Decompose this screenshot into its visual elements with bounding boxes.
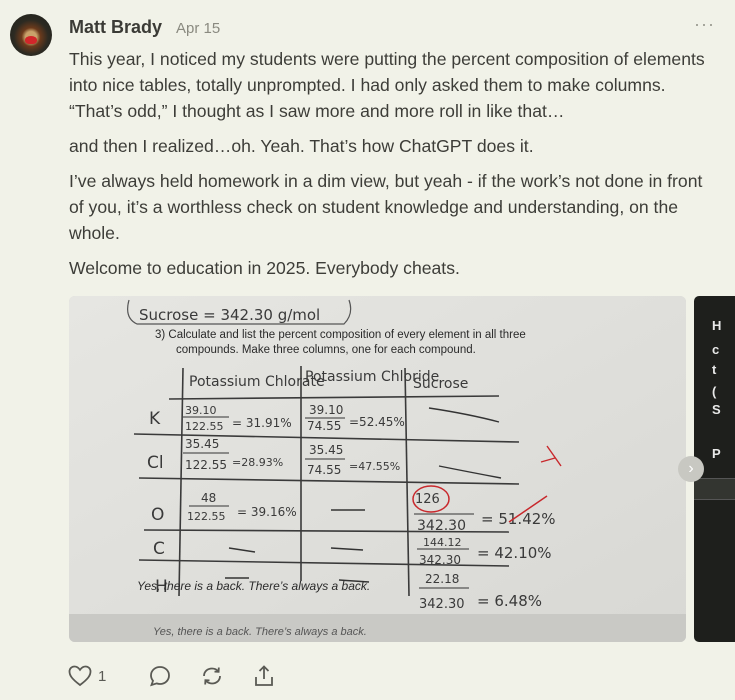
cell-value: = 6.48% bbox=[477, 592, 542, 610]
row-label: O bbox=[151, 505, 164, 525]
cell-value: =28.93% bbox=[232, 456, 283, 469]
cell-value: 144.12 bbox=[423, 536, 462, 549]
cell-value: 35.45 bbox=[185, 437, 219, 451]
cell-value: 48 bbox=[201, 491, 216, 505]
preview-text: t bbox=[712, 362, 717, 377]
cell-value: 122.55 bbox=[185, 420, 224, 433]
question-line-1: 3) Calculate and list the percent compos… bbox=[155, 329, 526, 341]
cell-value: 22.18 bbox=[425, 572, 459, 586]
cell-value: = 42.10% bbox=[477, 544, 552, 562]
cell-value: 39.10 bbox=[309, 403, 343, 417]
post-body: This year, I noticed my students were pu… bbox=[69, 46, 719, 290]
photo-caption: Yes, there is a back. There’s always a b… bbox=[137, 579, 370, 593]
row-label: C bbox=[153, 539, 165, 559]
cell-value: 122.55 bbox=[185, 458, 227, 472]
cell-value: = 51.42% bbox=[481, 510, 556, 528]
row-label: K bbox=[149, 409, 161, 429]
reply-button[interactable] bbox=[148, 665, 172, 687]
cell-value: 126 bbox=[415, 492, 440, 507]
question-line-2: compounds. Make three columns, one for e… bbox=[176, 344, 476, 356]
cell-value: 74.55 bbox=[307, 463, 341, 477]
paragraph: I’ve always held homework in a dim view,… bbox=[69, 171, 703, 243]
share-button[interactable] bbox=[252, 665, 276, 687]
cell-value: 74.55 bbox=[307, 419, 341, 433]
share-icon bbox=[255, 665, 274, 686]
cell-value: =52.45% bbox=[349, 415, 405, 429]
cell-value: 342.30 bbox=[417, 518, 466, 534]
like-count: 1 bbox=[98, 667, 107, 685]
restack-button[interactable] bbox=[200, 665, 224, 687]
author-name[interactable]: Matt Brady bbox=[69, 17, 162, 38]
paragraph: Welcome to education in 2025. Everybody … bbox=[69, 258, 460, 278]
post-actions: 1 bbox=[68, 662, 304, 690]
row-label: Cl bbox=[147, 453, 164, 473]
cell-value: = 39.16% bbox=[237, 505, 297, 519]
cell-value: 39.10 bbox=[185, 404, 217, 417]
preview-text: ( bbox=[712, 384, 717, 399]
cell-value: =47.55% bbox=[349, 460, 400, 473]
attached-photo[interactable]: Sucrose = 342.30 g/mol 3) Calculate and … bbox=[69, 296, 686, 642]
preview-text: c bbox=[712, 342, 720, 357]
preview-text: H bbox=[712, 318, 722, 333]
preview-text: S bbox=[712, 402, 721, 417]
paragraph: This year, I noticed my students were pu… bbox=[69, 49, 705, 121]
carousel-next-button[interactable]: › bbox=[678, 456, 704, 482]
avatar[interactable] bbox=[10, 14, 52, 56]
comment-icon bbox=[150, 666, 171, 687]
header-note: Sucrose = 342.30 g/mol bbox=[139, 306, 320, 324]
repost-icon bbox=[203, 667, 222, 685]
heart-icon bbox=[68, 665, 92, 687]
paragraph: and then I realized…oh. Yeah. That’s how… bbox=[69, 136, 534, 156]
chevron-right-icon: › bbox=[688, 460, 694, 477]
more-options-icon[interactable]: ··· bbox=[694, 14, 715, 35]
photo-caption-bleed: Yes, there is a back. There’s always a b… bbox=[153, 626, 367, 638]
cell-value: 342.30 bbox=[419, 597, 465, 612]
cell-value: 35.45 bbox=[309, 443, 343, 457]
post-date[interactable]: Apr 15 bbox=[176, 20, 220, 37]
like-button[interactable]: 1 bbox=[68, 665, 106, 687]
preview-text: P bbox=[712, 446, 721, 461]
cell-value: 122.55 bbox=[187, 510, 226, 523]
cell-value: = 31.91% bbox=[232, 416, 292, 430]
column-header: Sucrose bbox=[413, 376, 468, 392]
cell-value: 342.30 bbox=[419, 553, 461, 567]
